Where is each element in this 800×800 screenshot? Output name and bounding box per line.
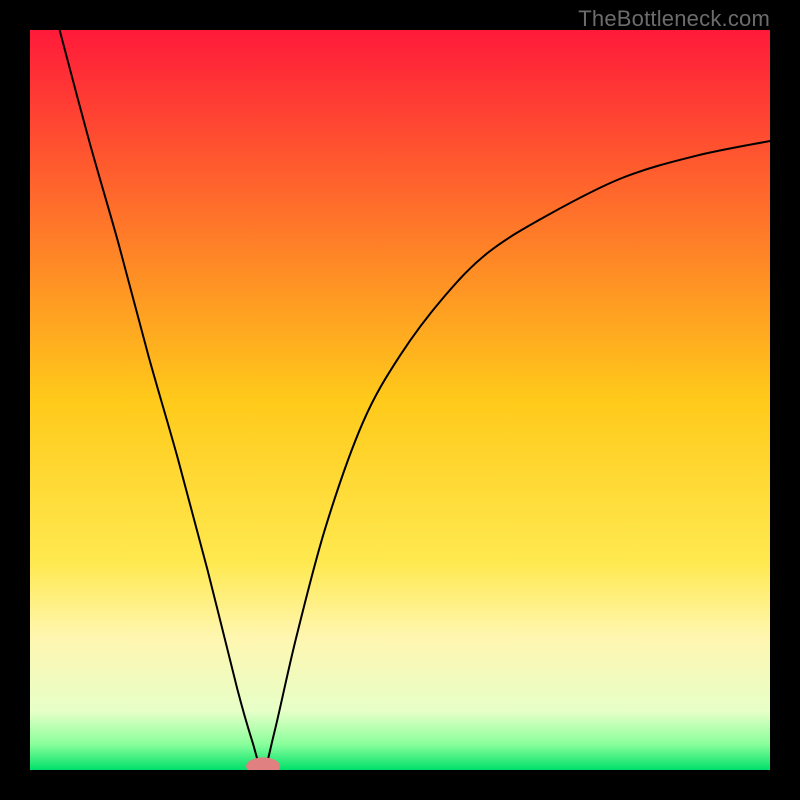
chart-frame: TheBottleneck.com [0, 0, 800, 800]
plot-area [30, 30, 770, 770]
watermark-text: TheBottleneck.com [578, 6, 770, 32]
gradient-background [30, 30, 770, 770]
chart-svg [30, 30, 770, 770]
